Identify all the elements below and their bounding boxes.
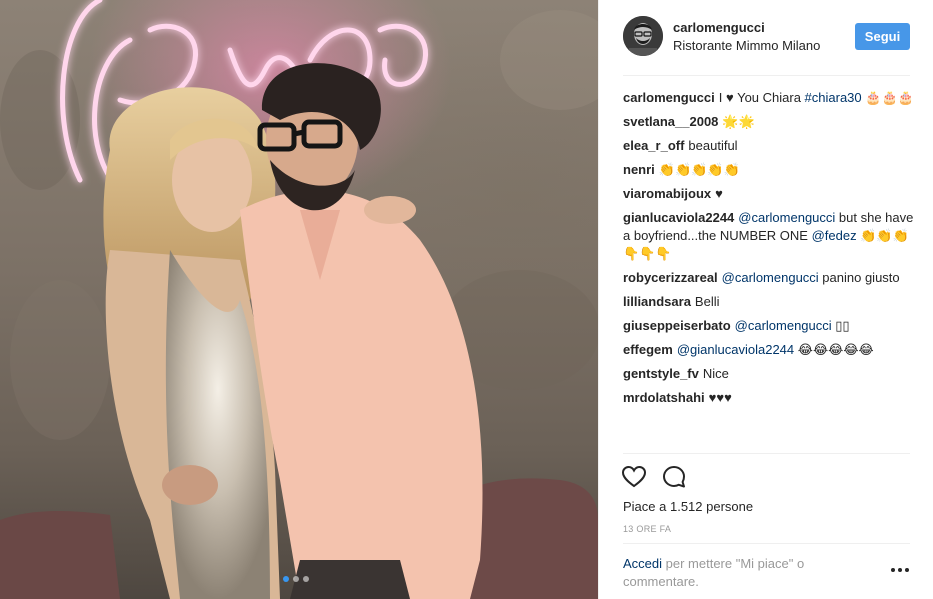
comment-item: elea_r_off beautiful — [623, 137, 915, 155]
carousel-dot-3[interactable] — [303, 576, 309, 582]
comment-text: 😂😂😂😂😂 — [794, 342, 874, 357]
photo-illustration — [0, 0, 598, 599]
comment-username[interactable]: lilliandsara — [623, 294, 691, 309]
comment-mention[interactable]: #chiara30 — [805, 90, 862, 105]
avatar[interactable] — [623, 16, 663, 56]
post-header: carlomengucci Ristorante Mimmo Milano Se… — [599, 0, 933, 76]
post-location[interactable]: Ristorante Mimmo Milano — [673, 38, 820, 53]
likes-count[interactable]: Piace a 1.512 persone — [623, 499, 753, 514]
comment-item: robycerizzareal @carlomengucci panino giu… — [623, 269, 915, 287]
comment-username[interactable]: giuseppeiserbato — [623, 318, 731, 333]
comment-username[interactable]: carlomengucci — [623, 90, 715, 105]
comment-text: beautiful — [688, 138, 738, 153]
comment-mention[interactable]: @carlomengucci — [722, 270, 819, 285]
comment-text: ▯▯ — [831, 318, 850, 333]
comment-text: Belli — [694, 294, 720, 309]
post-timestamp[interactable]: 13 ORE FA — [623, 524, 671, 534]
couch-left — [0, 511, 120, 599]
comment-text: I ♥ You Chiara — [718, 90, 805, 105]
comment-list: carlomengucci I ♥ You Chiara #chiara30 🎂🎂… — [623, 89, 915, 413]
comment-text: 🎂🎂🎂 — [861, 90, 914, 105]
actions-divider — [623, 453, 910, 454]
comment-text: ♥♥♥ — [708, 390, 732, 405]
comment-item: nenri 👏👏👏👏👏 — [623, 161, 915, 179]
comment-item: carlomengucci I ♥ You Chiara #chiara30 🎂🎂… — [623, 89, 915, 107]
post-photo[interactable] — [0, 0, 598, 599]
post-side-panel: carlomengucci Ristorante Mimmo Milano Se… — [598, 0, 933, 599]
login-prompt: Accedi per mettere "Mi piace" o commenta… — [623, 555, 863, 591]
comment-text: panino giusto — [818, 270, 900, 285]
comment-text: ♥ — [715, 186, 723, 201]
follow-button[interactable]: Segui — [855, 23, 910, 50]
comment-username[interactable]: gianlucaviola2244 — [623, 210, 734, 225]
comment-item: lilliandsara Belli — [623, 293, 915, 311]
post-author-username[interactable]: carlomengucci — [673, 20, 765, 35]
woman-hand — [364, 196, 416, 224]
comment-text: Nice — [702, 366, 729, 381]
comment-text: 👏👏👏👏👏 — [658, 162, 740, 177]
login-link[interactable]: Accedi — [623, 556, 662, 571]
comment-mention[interactable]: @carlomengucci — [738, 210, 835, 225]
heart-outline-icon[interactable] — [621, 464, 647, 490]
comment-item: gianlucaviola2244 @carlomengucci but she … — [623, 209, 915, 263]
comment-username[interactable]: mrdolatshahi — [623, 390, 705, 405]
carousel-indicator — [283, 576, 309, 582]
comment-username[interactable]: gentstyle_fv — [623, 366, 699, 381]
post-actions — [621, 464, 687, 490]
footer-divider — [623, 543, 910, 544]
carousel-dot-1[interactable] — [283, 576, 289, 582]
comment-mention[interactable]: @gianlucaviola2244 — [677, 342, 794, 357]
comment-item: svetlana__2008 🌟🌟 — [623, 113, 915, 131]
comment-item: viaromabijoux ♥ — [623, 185, 915, 203]
comment-username[interactable]: svetlana__2008 — [623, 114, 718, 129]
comment-username[interactable]: elea_r_off — [623, 138, 684, 153]
comment-text: 🌟🌟 — [722, 114, 755, 129]
header-divider — [623, 75, 910, 76]
man-hand — [162, 465, 218, 505]
comment-item: giuseppeiserbato @carlomengucci ▯▯ — [623, 317, 915, 335]
avatar-image — [623, 16, 663, 56]
comment-mention[interactable]: @carlomengucci — [735, 318, 832, 333]
comment-item: gentstyle_fv Nice — [623, 365, 915, 383]
comment-username[interactable]: robycerizzareal — [623, 270, 718, 285]
comment-mention[interactable]: @fedez — [812, 228, 857, 243]
comment-username[interactable]: effegem — [623, 342, 673, 357]
comment-item: effegem @gianlucaviola2244 😂😂😂😂😂 — [623, 341, 915, 359]
comment-username[interactable]: nenri — [623, 162, 655, 177]
comment-item: mrdolatshahi ♥♥♥ — [623, 389, 915, 407]
comment-bubble-icon[interactable] — [661, 464, 687, 490]
comment-username[interactable]: viaromabijoux — [623, 186, 711, 201]
carousel-dot-2[interactable] — [293, 576, 299, 582]
more-options-icon[interactable] — [891, 565, 911, 575]
